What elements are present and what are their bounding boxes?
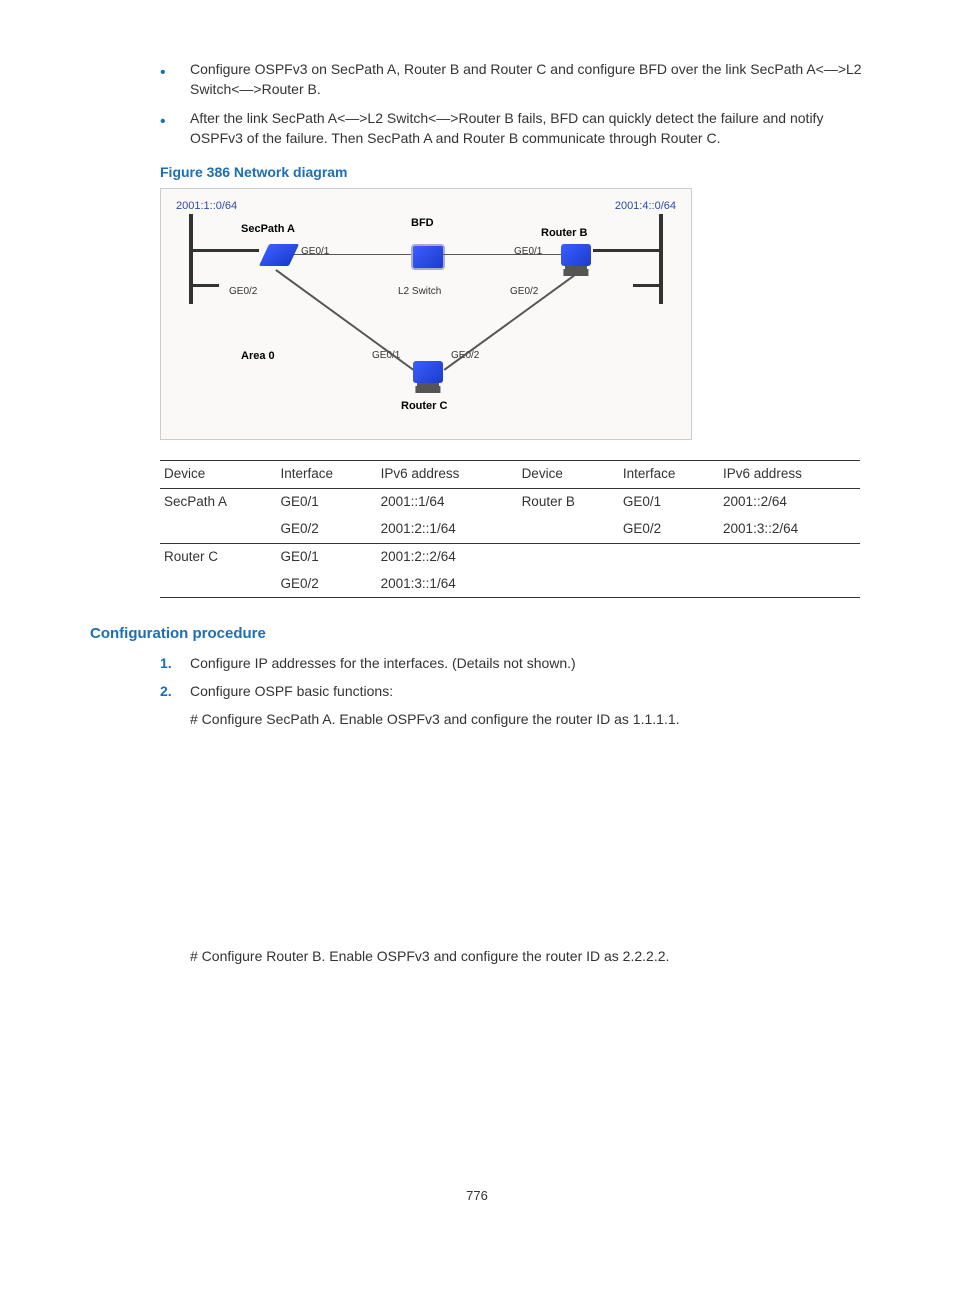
bullet-item: Configure OSPFv3 on SecPath A, Router B …: [160, 60, 864, 99]
section-heading: Configuration procedure: [90, 623, 864, 644]
port-label: GE0/2: [229, 285, 257, 299]
table-row: SecPath A GE0/1 2001::1/64 Router B GE0/…: [160, 488, 860, 515]
secpath-icon: [264, 244, 294, 266]
table-row: GE0/2 2001:3::1/64: [160, 571, 860, 598]
network-diagram: 2001:1::0/64 2001:4::0/64 SecPath A BFD …: [160, 188, 692, 440]
lan-stub: [633, 284, 663, 287]
step-subtext: # Configure Router B. Enable OSPFv3 and …: [90, 947, 864, 967]
port-label: GE0/2: [510, 285, 538, 299]
subnet-right-label: 2001:4::0/64: [615, 199, 676, 214]
th-interface: Interface: [619, 460, 719, 488]
th-interface: Interface: [276, 460, 376, 488]
step-text: Configure OSPF basic functions:: [190, 683, 393, 699]
subnet-left-label: 2001:1::0/64: [176, 199, 237, 214]
lan-stub: [189, 249, 259, 252]
l2switch-label: L2 Switch: [398, 285, 441, 299]
th-addr: IPv6 address: [719, 460, 860, 488]
table-header-row: Device Interface IPv6 address Device Int…: [160, 460, 860, 488]
port-label: GE0/1: [301, 245, 329, 259]
figure-caption: Figure 386 Network diagram: [160, 163, 864, 183]
spacer: [90, 737, 864, 937]
routerb-label: Router B: [541, 226, 587, 241]
table-row: Router C GE0/1 2001:2::2/64: [160, 543, 860, 570]
bfd-label: BFD: [411, 216, 434, 231]
step-number: 1.: [160, 654, 172, 674]
lan-stub: [189, 284, 219, 287]
switch-icon: [411, 244, 441, 266]
lan-bar-right: [659, 214, 663, 304]
link-line: [276, 269, 414, 370]
th-addr: IPv6 address: [377, 460, 518, 488]
address-table: Device Interface IPv6 address Device Int…: [160, 460, 860, 598]
link-line: [294, 254, 411, 256]
lan-bar-left: [189, 214, 193, 304]
step-text: Configure IP addresses for the interface…: [190, 655, 576, 671]
list-item: 2. Configure OSPF basic functions: # Con…: [160, 682, 864, 729]
area-label: Area 0: [241, 349, 275, 364]
th-device: Device: [160, 460, 276, 488]
step-subtext: # Configure SecPath A. Enable OSPFv3 and…: [190, 710, 864, 730]
table-row: GE0/2 2001:2::1/64 GE0/2 2001:3::2/64: [160, 516, 860, 543]
list-item: 1. Configure IP addresses for the interf…: [160, 654, 864, 674]
router-icon: ROUTER: [561, 244, 591, 266]
bullet-item: After the link SecPath A<—>L2 Switch<—>R…: [160, 109, 864, 148]
numbered-list: 1. Configure IP addresses for the interf…: [90, 654, 864, 729]
page-number: 776: [90, 1187, 864, 1205]
router-icon: ROUTER: [413, 361, 443, 383]
link-line: [441, 254, 561, 256]
step-number: 2.: [160, 682, 172, 702]
th-device: Device: [518, 460, 619, 488]
secpath-label: SecPath A: [241, 222, 295, 237]
routerc-label: Router C: [401, 399, 447, 414]
port-label: GE0/1: [514, 245, 542, 259]
lan-stub: [593, 249, 663, 252]
bullet-list: Configure OSPFv3 on SecPath A, Router B …: [90, 60, 864, 148]
